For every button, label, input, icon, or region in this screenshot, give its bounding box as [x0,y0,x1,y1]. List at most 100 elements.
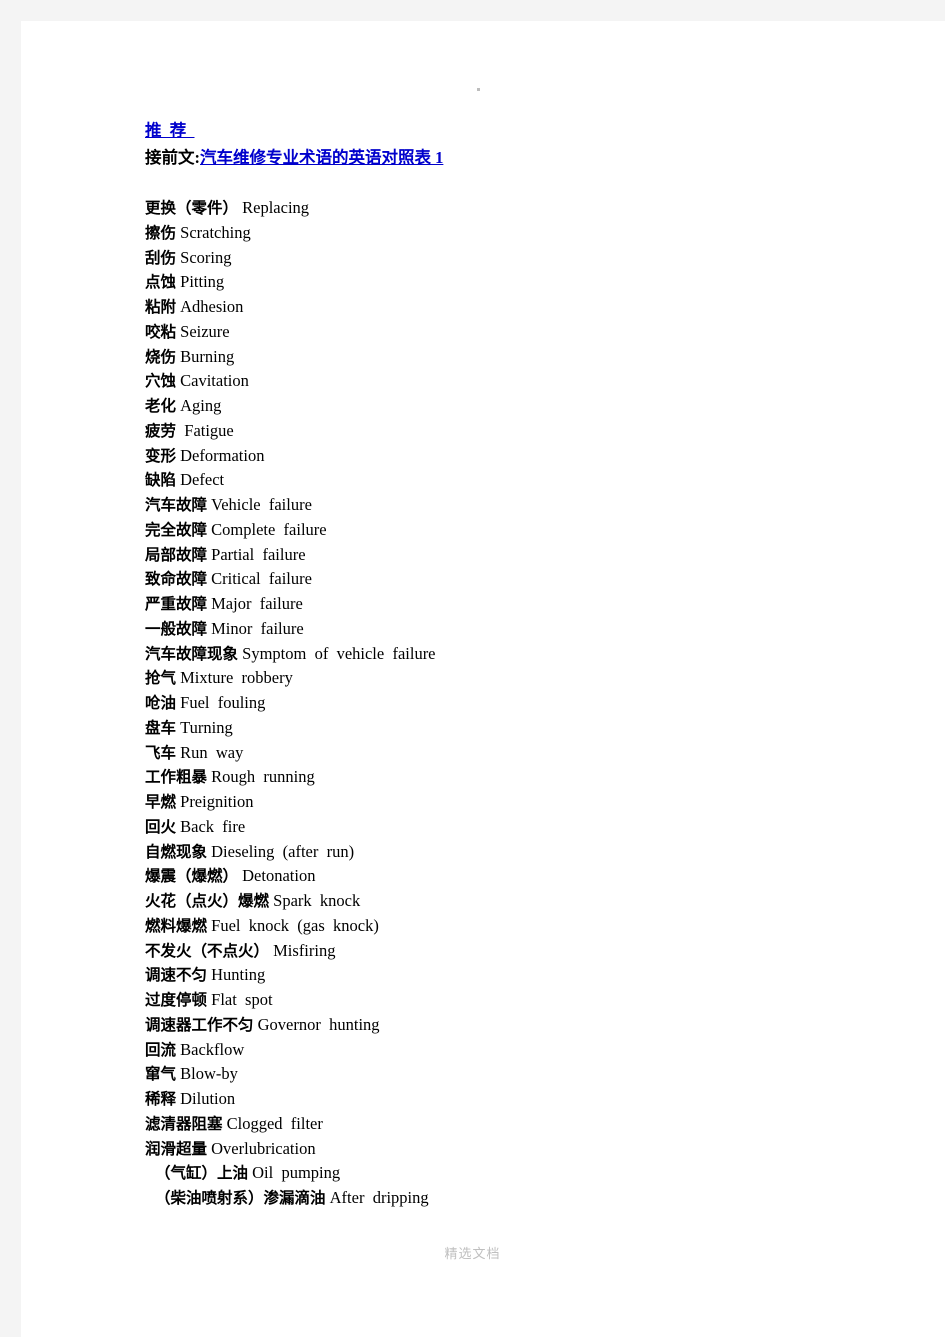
glossary-entry: 工作粗暴 Rough running [145,765,845,790]
glossary-term-chinese: 调速器工作不匀 [145,1015,254,1034]
glossary-term-english: Run way [180,742,244,762]
glossary-term-chinese: 穴蚀 [145,372,177,391]
glossary-term-chinese: 盘车 [145,718,177,737]
glossary-term-chinese: 点蚀 [145,273,177,292]
glossary-term-chinese: 爆震（爆燃） [145,867,239,886]
glossary-entry: 穴蚀 Cavitation [145,369,845,394]
glossary-term-chinese: 咬粘 [145,322,177,341]
glossary-term-english: Turning [180,717,233,737]
glossary-entry: 烧伤 Burning [145,345,845,370]
recommend-link[interactable]: 推 荐 [145,121,195,140]
glossary-term-chinese: 汽车故障 [145,496,208,514]
glossary-entry: 疲劳 Fatigue [145,419,845,444]
continue-line: 接前文:汽车维修专业术语的英语对照表 1 [145,145,845,170]
glossary-term-chinese: 缺陷 [145,471,177,490]
glossary-entry: 回流 Backflow [145,1038,845,1063]
glossary-term-chinese: 完全故障 [145,520,208,539]
glossary-term-english: Fatigue [180,420,234,440]
glossary-term-chinese: 疲劳 [145,421,177,440]
page-edge-top [0,0,945,21]
glossary-term-english: Back fire [180,816,246,836]
glossary-entry: 抢气 Mixture robbery [145,666,845,691]
glossary-term-chinese: 擦伤 [145,223,177,242]
glossary-term-english: Blow-by [180,1064,238,1084]
glossary-term-english: Oil pumping [252,1163,341,1183]
glossary-entry: 咬粘 Seizure [145,320,845,345]
glossary-term-chinese: 火花（点火）爆燃 [145,892,270,910]
glossary-term-chinese: （柴油喷射系）渗漏滴油 [155,1189,326,1207]
glossary-entry: 调速器工作不匀 Governor hunting [145,1013,845,1038]
glossary-entry: 粘附 Adhesion [145,295,845,320]
glossary-term-chinese: 呛油 [145,694,177,712]
glossary-term-chinese: 不发火（不点火） [145,941,270,960]
continue-article-link[interactable]: 汽车维修专业术语的英语对照表 1 [200,148,443,167]
glossary-entry: 严重故障 Major failure [145,592,845,617]
glossary-term-english: Preignition [180,792,254,811]
glossary-term-english: Vehicle failure [211,495,312,514]
glossary-entry: 窜气 Blow-by [145,1062,845,1087]
glossary-entry: 汽车故障现象 Symptom of vehicle failure [145,642,845,667]
glossary-term-english: Cavitation [180,371,249,391]
glossary-term-chinese: 飞车 [145,743,177,762]
glossary-term-chinese: 烧伤 [145,347,177,366]
glossary-entry: 飞车 Run way [145,741,845,766]
glossary-term-english: After dripping [329,1188,429,1207]
glossary-term-chinese: 刮伤 [145,248,177,267]
glossary-term-chinese: 调速不匀 [145,966,208,985]
glossary-term-chinese: 变形 [145,446,177,465]
glossary-term-chinese: 致命故障 [145,570,208,589]
glossary-term-english: Seizure [180,321,230,341]
glossary-entry: 致命故障 Critical failure [145,567,845,592]
glossary-entry: 局部故障 Partial failure [145,543,845,568]
recommend-line: 推 荐 [145,118,845,143]
glossary-entry: 稀释 Dilution [145,1087,845,1112]
glossary-term-chinese: 一般故障 [145,619,208,638]
glossary-entry: 擦伤 Scratching [145,221,845,246]
glossary-term-chinese: 回火 [145,817,177,836]
glossary-entry: 滤清器阻塞 Clogged filter [145,1112,845,1137]
top-margin-mark [477,88,480,91]
glossary-entry: （气缸）上油 Oil pumping [145,1161,845,1186]
glossary-term-english: Scratching [180,222,251,242]
glossary-entry: 更换（零件） Replacing [145,196,845,221]
footer-note: 精选文档 [444,1247,501,1262]
glossary-entry: 过度停顿 Flat spot [145,988,845,1013]
glossary-term-chinese: 早燃 [145,793,177,811]
page-edge-left [0,0,21,1337]
glossary-entry: （柴油喷射系）渗漏滴油 After dripping [145,1186,845,1211]
glossary-term-chinese: 润滑超量 [145,1139,208,1158]
glossary-term-english: Spark knock [273,891,361,910]
glossary-term-english: Scoring [180,247,232,267]
glossary-entry: 变形 Deformation [145,444,845,469]
glossary-term-english: Replacing [242,198,310,217]
glossary-list: 更换（零件） Replacing 擦伤 Scratching 刮伤 Scoring 点… [145,196,845,1211]
glossary-term-english: Minor failure [211,618,304,638]
glossary-entry: 盘车 Turning [145,716,845,741]
glossary-entry: 完全故障 Complete failure [145,518,845,543]
glossary-term-chinese: 滤清器阻塞 [145,1114,223,1133]
glossary-entry: 呛油 Fuel fouling [145,691,845,716]
glossary-term-chinese: （气缸）上油 [155,1164,249,1183]
glossary-term-english: Clogged filter [226,1113,323,1133]
glossary-term-english: Governor hunting [257,1014,380,1034]
glossary-term-chinese: 窜气 [145,1065,177,1084]
glossary-entry: 爆震（爆燃） Detonation [145,864,845,889]
glossary-term-chinese: 燃料爆燃 [145,916,208,935]
glossary-entry: 汽车故障 Vehicle failure [145,493,845,518]
glossary-entry: 老化 Aging [145,394,845,419]
glossary-term-english: Complete failure [211,519,327,539]
glossary-term-chinese: 回流 [145,1040,177,1059]
glossary-term-english: Partial failure [211,544,306,564]
glossary-term-english: Aging [180,396,222,415]
glossary-entry: 早燃 Preignition [145,790,845,815]
glossary-term-english: Rough running [211,767,315,787]
glossary-term-english: Critical failure [211,569,312,589]
glossary-entry: 润滑超量 Overlubrication [145,1137,845,1162]
glossary-term-english: Deformation [180,445,265,465]
glossary-entry: 不发火（不点火） Misfiring [145,939,845,964]
glossary-term-english: Backflow [180,1039,245,1059]
glossary-term-english: Fuel knock (gas knock) [211,915,379,935]
glossary-term-chinese: 过度停顿 [145,991,208,1009]
glossary-entry: 一般故障 Minor failure [145,617,845,642]
glossary-term-english: Misfiring [273,940,336,960]
